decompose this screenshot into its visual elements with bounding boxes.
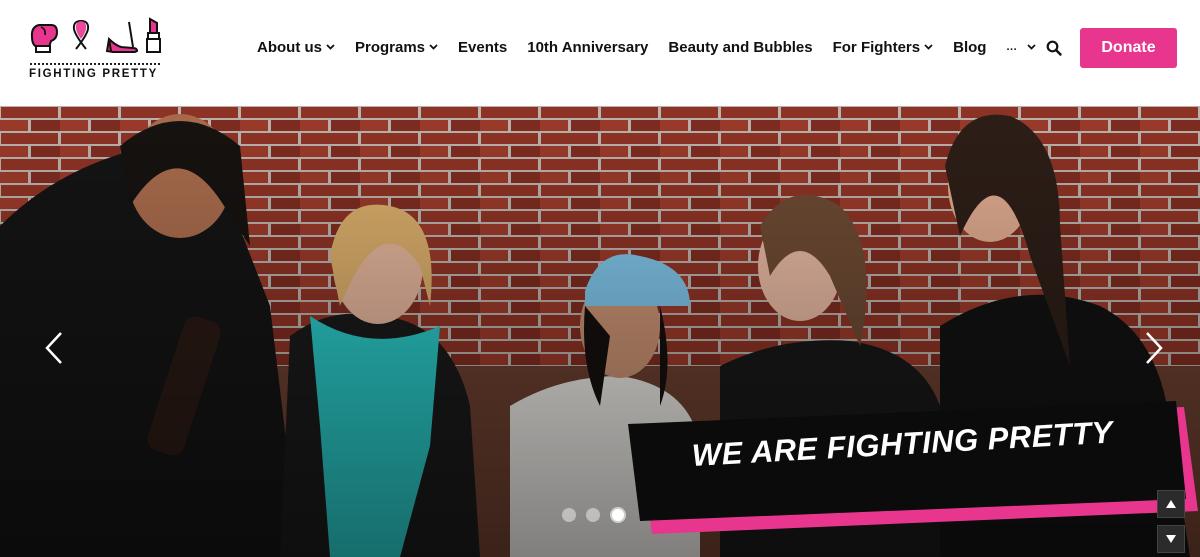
nav-more-menu[interactable]: ...	[1006, 41, 1036, 53]
triangle-down-icon	[1166, 535, 1176, 543]
chevron-down-icon	[429, 44, 438, 50]
chevron-down-icon	[924, 44, 933, 50]
chevron-down-icon	[1027, 44, 1036, 50]
awareness-ribbon-icon	[72, 20, 90, 50]
nav-item-for-fighters[interactable]: For Fighters	[833, 39, 934, 56]
more-dots: ...	[1006, 41, 1018, 53]
nav-item-blog[interactable]: Blog	[953, 39, 986, 56]
fighting-pretty-logo[interactable]: FIGHTING PRETTY	[29, 17, 163, 81]
nav-item-label: For Fighters	[832, 38, 921, 56]
lipstick-icon	[146, 17, 161, 53]
scroll-up-button[interactable]	[1157, 490, 1185, 518]
previous-slide-arrow-icon[interactable]	[43, 331, 67, 365]
hero-slider: WE ARE FIGHTING PRETTY	[0, 106, 1200, 557]
scroll-down-button[interactable]	[1157, 525, 1185, 553]
high-heel-icon	[105, 21, 139, 53]
boxing-glove-icon	[30, 24, 59, 53]
nav-item-programs[interactable]: Programs	[355, 39, 438, 56]
nav-item-label: About us	[257, 38, 322, 56]
slider-pagination	[562, 507, 626, 523]
nav-item-events[interactable]: Events	[458, 39, 507, 56]
donate-button[interactable]: Donate	[1080, 28, 1177, 68]
slide-dot[interactable]	[586, 508, 600, 522]
nav-item-label: Programs	[355, 38, 426, 56]
nav-item-label: Beauty and Bubbles	[668, 38, 813, 56]
nav-item-label: Blog	[953, 38, 987, 56]
chevron-down-icon	[326, 44, 335, 50]
nav-item-10th-anniversary[interactable]: 10th Anniversary	[527, 39, 648, 56]
search-icon[interactable]	[1046, 40, 1062, 56]
logo-icons	[30, 17, 161, 53]
main-nav: About us Programs Events 10th Anniversar…	[257, 37, 1064, 57]
nav-item-about-us[interactable]: About us	[257, 39, 335, 56]
logo-divider	[30, 63, 160, 65]
logo-wordmark: FIGHTING PRETTY	[29, 68, 158, 80]
nav-item-beauty-and-bubbles[interactable]: Beauty and Bubbles	[668, 39, 812, 56]
triangle-up-icon	[1166, 500, 1176, 508]
nav-item-label: Events	[458, 38, 508, 56]
site-header: FIGHTING PRETTY About us Programs Events…	[0, 0, 1200, 106]
nav-item-label: 10th Anniversary	[527, 38, 649, 56]
slide-dot-active[interactable]	[610, 507, 626, 523]
next-slide-arrow-icon[interactable]	[1141, 331, 1165, 365]
slide-dot[interactable]	[562, 508, 576, 522]
